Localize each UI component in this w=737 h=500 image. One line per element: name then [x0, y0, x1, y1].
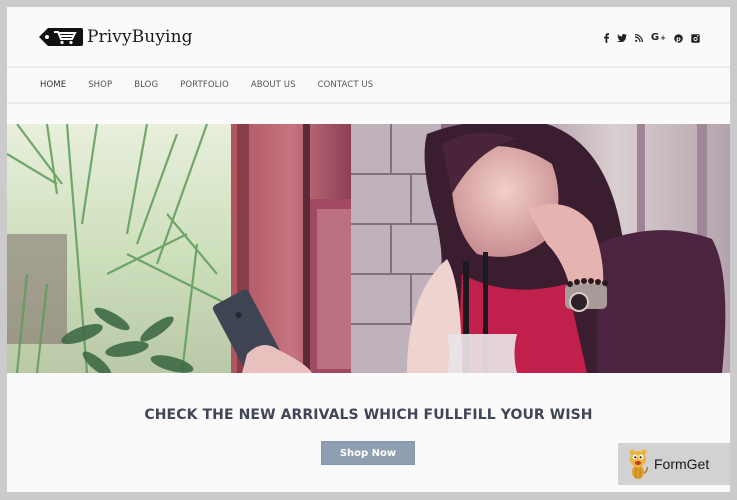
nav-item-portfolio[interactable]: PORTFOLIO: [180, 80, 229, 90]
brand-name: PrivyBuying: [87, 27, 193, 47]
main-nav: HOME SHOP BLOG PORTFOLIO ABOUT US CONTAC…: [7, 68, 730, 102]
formget-watermark: FormGet: [618, 443, 730, 485]
twitter-icon[interactable]: [616, 34, 627, 42]
shop-now-button[interactable]: Shop Now: [321, 441, 415, 465]
social-links: G + p: [603, 33, 700, 43]
site-header: PrivyBuying G + p: [7, 7, 730, 65]
rss-icon[interactable]: [634, 34, 643, 42]
hero-banner: [7, 124, 730, 373]
nav-item-home[interactable]: HOME: [40, 80, 66, 90]
google-plus-icon[interactable]: G +: [651, 33, 666, 43]
facebook-icon[interactable]: [603, 33, 609, 43]
hero-image: [7, 124, 730, 373]
nav-item-blog[interactable]: BLOG: [134, 80, 158, 90]
instagram-icon[interactable]: [691, 33, 700, 43]
tiger-mascot-icon: [629, 449, 648, 479]
cta-heading: CHECK THE NEW ARRIVALS WHICH FULLFILL YO…: [144, 407, 593, 423]
nav-item-contact-us[interactable]: CONTACT US: [318, 80, 374, 90]
nav-divider-bottom: [7, 102, 730, 104]
page: PrivyBuying G + p HOME SHOP BLOG PORTFOL…: [7, 7, 730, 492]
formget-label: FormGet: [654, 456, 710, 472]
svg-text:p: p: [676, 35, 681, 43]
nav-item-about-us[interactable]: ABOUT US: [251, 80, 296, 90]
site-logo[interactable]: PrivyBuying: [39, 27, 193, 47]
price-tag-cart-icon: [39, 28, 83, 46]
pinterest-icon[interactable]: p: [674, 33, 683, 43]
nav-item-shop[interactable]: SHOP: [88, 80, 112, 90]
